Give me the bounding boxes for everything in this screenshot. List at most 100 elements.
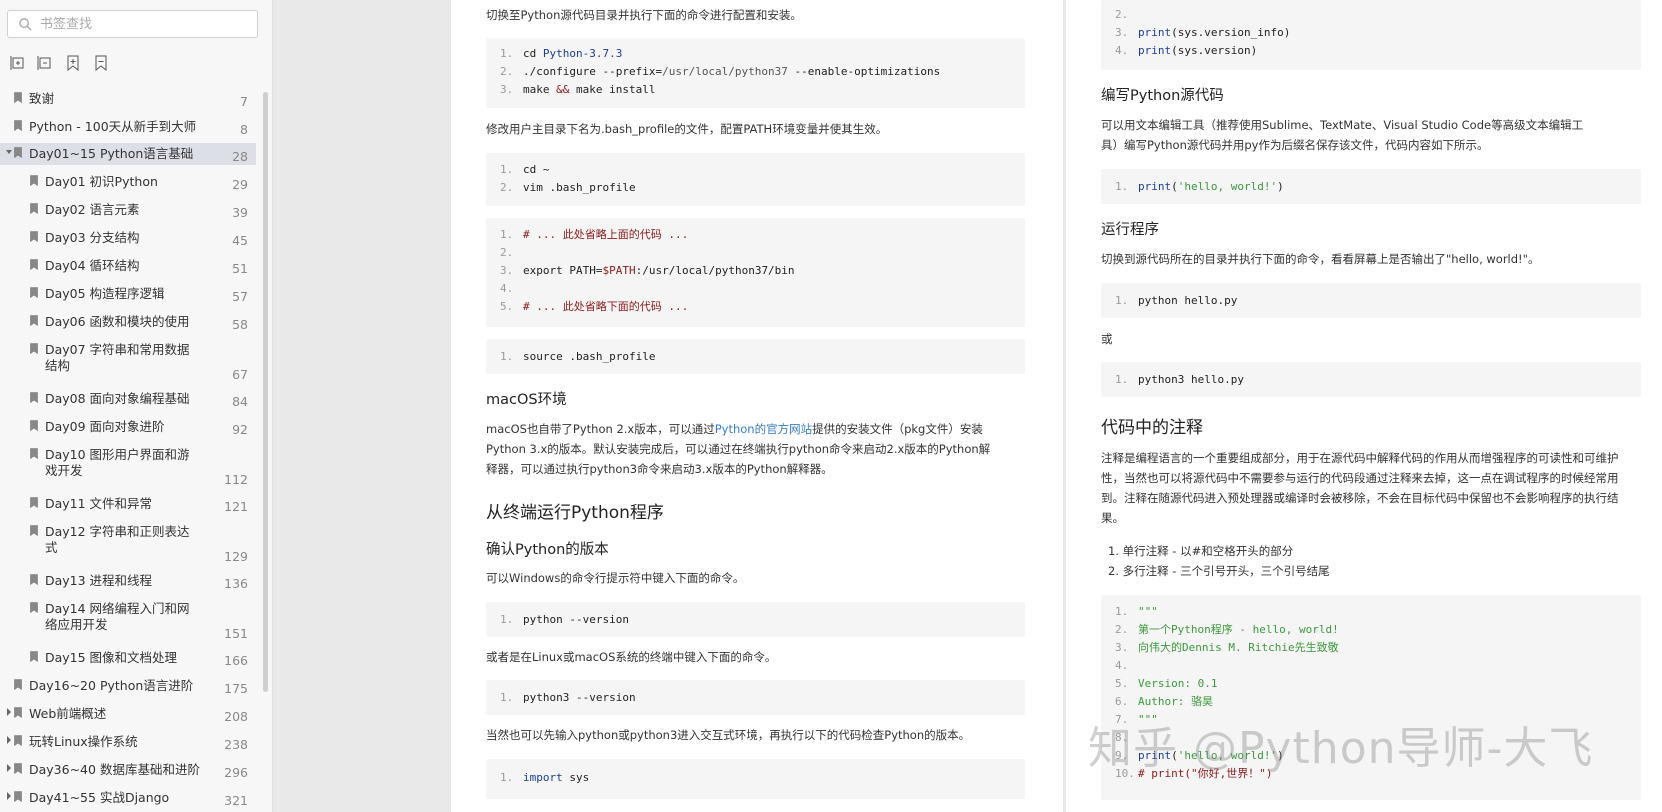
toc-item[interactable]: Day36~40 数据库基础和进阶 296: [0, 759, 256, 781]
toc-item[interactable]: Day11 文件和异常 121: [0, 493, 256, 515]
toc-item[interactable]: Day13 进程和线程 136: [0, 570, 256, 592]
paragraph-comments-4: 果。: [1101, 511, 1124, 525]
toc-item-label: Day08 面向对象编程基础: [45, 391, 190, 406]
toc-item-label: Day01~15 Python语言基础: [29, 146, 194, 161]
bookmark-icon: [30, 420, 38, 431]
toc-item-page: 151: [224, 626, 248, 641]
paragraph-write-line2: 具）编写Python源代码并用py作为后缀名保存该文件，代码内容如下所示。: [1101, 138, 1489, 152]
toc-item-label: Day14 网络编程入门和网: [45, 601, 190, 616]
toc-item-label: Day12 字符串和正则表达: [45, 524, 190, 539]
bookmark-icon: [30, 574, 38, 585]
line-number: 3.: [500, 83, 514, 96]
toc-item[interactable]: Day16~20 Python语言进阶 175: [0, 675, 256, 697]
code-line: export PATH=$PATH:/usr/local/python37/bi…: [523, 264, 795, 277]
toc-item[interactable]: Day09 面向对象进阶 92: [0, 416, 256, 438]
sidebar-scrollbar-thumb[interactable]: [263, 92, 268, 692]
line-number: 1.: [500, 771, 514, 784]
toc-item-page: 121: [224, 499, 248, 514]
toc-item[interactable]: Day05 构造程序逻辑 57: [0, 283, 256, 305]
heading-run-program: 运行程序: [1101, 222, 1159, 238]
caret-right-icon[interactable]: [5, 763, 13, 773]
toc-item[interactable]: Day04 循环结构 51: [0, 255, 256, 277]
python-official-site-link[interactable]: Python的官方网站: [715, 422, 812, 436]
caret-right-icon[interactable]: [5, 791, 13, 801]
toc-item[interactable]: 玩转Linux操作系统 238: [0, 731, 256, 753]
search-icon: [19, 18, 32, 31]
bookmark-search-box[interactable]: [7, 10, 258, 38]
toc-item-label: Day41~55 实战Django: [29, 790, 170, 805]
toc-item-page: 136: [224, 576, 248, 591]
code-block-source: 1. source .bash_profile: [486, 339, 1025, 374]
caret-down-icon[interactable]: [5, 147, 13, 157]
add-bookmark-icon[interactable]: [65, 55, 81, 72]
toc-item[interactable]: Day14 网络编程入门和网 络应用开发 151: [0, 598, 256, 642]
toc-item-page: 51: [232, 261, 248, 276]
toc-item[interactable]: Day01 初识Python 29: [0, 171, 256, 193]
toc-item-label: Day05 构造程序逻辑: [45, 286, 165, 301]
code-line: """: [1138, 605, 1158, 618]
toc-item[interactable]: Web前端概述 208: [0, 703, 256, 725]
heading-run-from-terminal: 从终端运行Python程序: [486, 503, 664, 523]
toc-item[interactable]: Day01~15 Python语言基础 28: [0, 143, 256, 165]
toc-item[interactable]: Day02 语言元素 39: [0, 199, 256, 221]
toc-item[interactable]: Day10 图形用户界面和游 戏开发 112: [0, 444, 256, 488]
bookmark-search-input[interactable]: [40, 14, 245, 34]
line-number: 1.: [500, 350, 514, 363]
caret-right-icon[interactable]: [5, 707, 13, 717]
toc-item-page: 45: [232, 233, 248, 248]
toc-item[interactable]: Day07 字符串和常用数据 结构 67: [0, 339, 256, 383]
line-number: 1.: [500, 163, 514, 176]
toc-item-page: 92: [232, 422, 248, 437]
list-item: 2. 多行注释 - 三个引号开头，三个引号结尾: [1108, 564, 1330, 578]
expand-all-icon[interactable]: [10, 55, 26, 71]
text: macOS也自带了Python 2.x版本，可以通过: [486, 422, 715, 436]
code-block-print-version: 2. 3. print(sys.version_info) 4. print(sys.v…: [1101, 0, 1641, 70]
paragraph-run: 切换到源代码所在的目录并执行下面的命令，看看屏幕上是否输出了"hello, wo…: [1101, 252, 1540, 266]
bookmark-icon: [30, 315, 38, 326]
toc-item-page: 129: [224, 549, 248, 564]
toc-item-label: Web前端概述: [29, 706, 107, 721]
code-block-hello: 1. print('hello, world!'): [1101, 169, 1641, 204]
toc-item[interactable]: 致谢 7: [0, 88, 256, 110]
toc-item-label: 戏开发: [45, 463, 83, 478]
remove-bookmark-icon[interactable]: [93, 55, 109, 72]
toc-item-page: 57: [232, 289, 248, 304]
code-block-run-python: 1. python hello.py: [1101, 283, 1641, 318]
toc-item[interactable]: Day41~55 实战Django 321: [0, 787, 256, 809]
code-line: Version: 0.1: [1138, 677, 1218, 690]
line-number: 1.: [1115, 373, 1129, 386]
bookmark-icon: [30, 175, 38, 186]
code-block-python3-version: 1. python3 --version: [486, 680, 1025, 715]
line-number: 2.: [1115, 623, 1129, 636]
line-number: 1.: [500, 691, 514, 704]
heading-macos: macOS环境: [486, 392, 567, 408]
line-number: 1.: [1115, 180, 1129, 193]
toc-item[interactable]: Day15 图像和文档处理 166: [0, 647, 256, 669]
toc-item[interactable]: Day08 面向对象编程基础 84: [0, 388, 256, 410]
toc-item-page: 67: [232, 367, 248, 382]
code-line: # ... 此处省略下面的代码 ...: [523, 300, 689, 313]
watermark: 知乎 @Python导师-大飞: [1088, 723, 1594, 774]
caret-right-icon[interactable]: [5, 735, 13, 745]
toc-item[interactable]: Day12 字符串和正则表达式 129: [0, 521, 256, 565]
toc-item-label: Day03 分支结构: [45, 230, 140, 245]
toc-item[interactable]: Python - 100天从新手到大师 8: [0, 116, 256, 138]
line-number: 2.: [500, 246, 514, 259]
toc-item-page: 8: [240, 122, 248, 137]
line-number: 4.: [1115, 44, 1129, 57]
toc-item-label: Day36~40 数据库基础和进阶: [29, 762, 200, 777]
line-number: 2.: [1115, 8, 1129, 21]
line-number: 1.: [1115, 605, 1129, 618]
collapse-all-icon[interactable]: [37, 55, 53, 71]
toc-item-label: Python - 100天从新手到大师: [29, 119, 197, 134]
line-number: 1.: [1115, 294, 1129, 307]
code-block-import-sys: 1. import sys: [486, 759, 1025, 799]
bookmark-icon: [30, 525, 38, 536]
document-page-left: 切换至Python源代码目录并执行下面的命令进行配置和安装。 1. cd Pyth…: [451, 0, 1063, 812]
toc-item[interactable]: Day06 函数和模块的使用 58: [0, 311, 256, 333]
code-line: 第一个Python程序 - hello, world!: [1138, 623, 1339, 636]
line-number: 1.: [500, 613, 514, 626]
toc-item[interactable]: Day03 分支结构 45: [0, 227, 256, 249]
bookmark-icon: [14, 679, 22, 690]
code-line: print('hello, world!'): [1138, 180, 1284, 193]
